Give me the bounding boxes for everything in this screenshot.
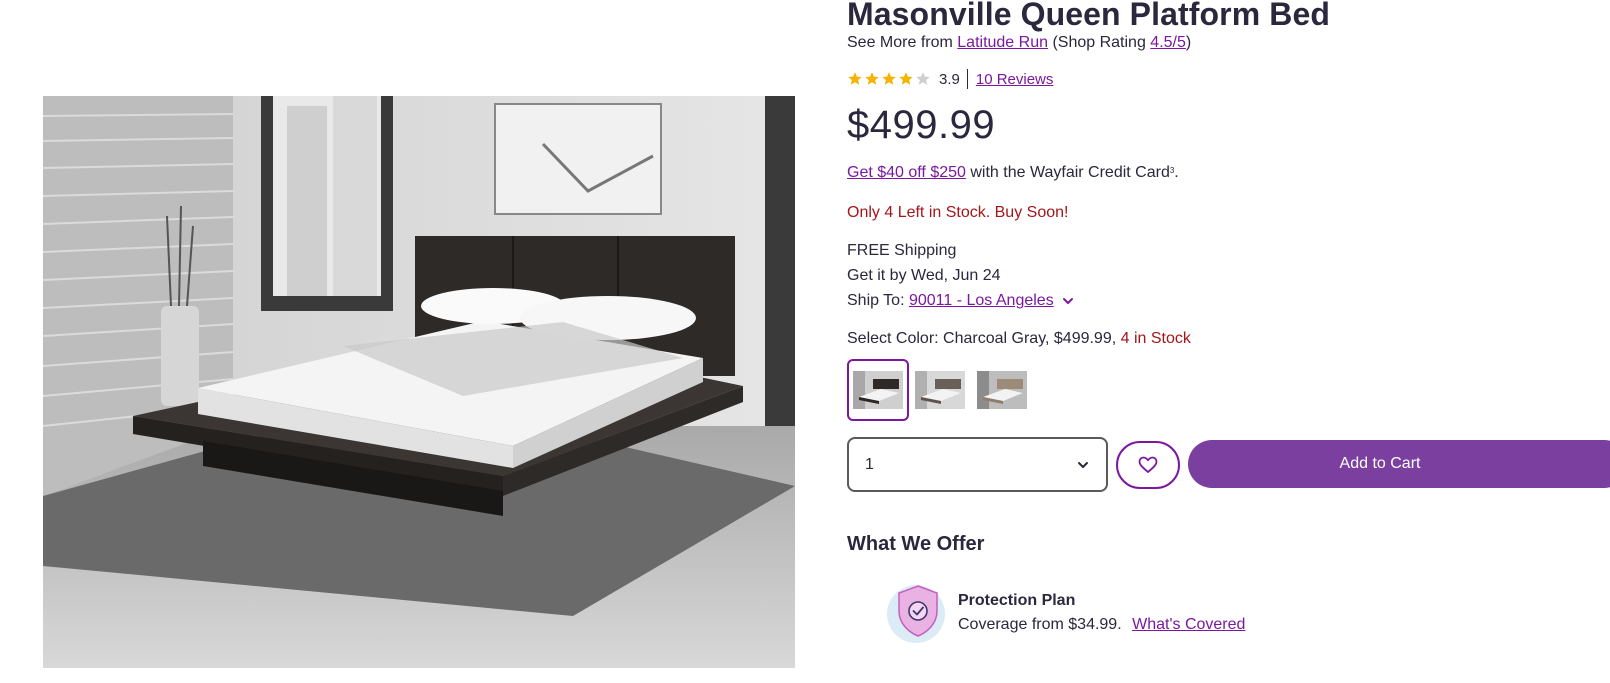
protection-plan-description: Coverage from $34.99. What's Covered — [958, 616, 1245, 634]
chevron-down-icon — [1078, 461, 1088, 468]
ship-to-row: Ship To: 90011 - Los Angeles — [847, 288, 1074, 313]
color-stock: 4 in Stock — [1120, 330, 1191, 347]
product-info: Masonville Queen Platform Bed See More f… — [847, 0, 1610, 683]
brand-link[interactable]: Latitude Run — [957, 34, 1048, 51]
color-selection: Select Color: Charcoal Gray, $499.99, — [847, 330, 1117, 347]
add-to-cart-label: Add to Cart — [1339, 455, 1421, 472]
shop-rating-link[interactable]: 4.5/5 — [1150, 34, 1186, 51]
chevron-down-icon[interactable] — [1062, 295, 1074, 307]
star-rating — [847, 71, 931, 87]
seller-line: See More from Latitude Run (Shop Rating … — [847, 34, 1191, 52]
protection-plan-title: Protection Plan — [958, 592, 1076, 609]
see-more-label: See More from — [847, 34, 953, 51]
quantity-select[interactable]: 1 — [847, 437, 1108, 492]
product-price: $499.99 — [847, 103, 996, 147]
whats-covered-link[interactable]: What's Covered — [1132, 616, 1245, 633]
credit-offer-text: with the Wayfair Credit Card — [970, 164, 1170, 181]
ship-to-location-link[interactable]: 90011 - Los Angeles — [909, 288, 1054, 313]
shipping-info: FREE Shipping Get it by Wed, Jun 24 Ship… — [847, 238, 1074, 313]
swatch-image — [977, 371, 1027, 409]
credit-suffix: . — [1174, 164, 1179, 181]
star-icon — [847, 71, 863, 87]
color-label: Select Color: Charcoal Gray, $499.99, 4 … — [847, 330, 1191, 348]
add-to-cart-button[interactable]: Add to Cart — [1188, 440, 1610, 488]
color-swatch-3[interactable] — [971, 359, 1033, 421]
protection-plan-price: Coverage from $34.99. — [958, 616, 1122, 633]
swatch-image — [915, 371, 965, 409]
credit-footnote: 3 — [1169, 166, 1175, 175]
product-image[interactable] — [43, 96, 795, 668]
reviews-link[interactable]: 10 Reviews — [976, 71, 1054, 88]
color-swatch-2[interactable] — [909, 359, 971, 421]
stock-warning: Only 4 Left in Stock. Buy Soon! — [847, 204, 1069, 221]
divider — [966, 69, 968, 89]
color-swatches — [847, 359, 1033, 421]
swatch-image — [853, 371, 903, 409]
bed-photo — [43, 96, 795, 668]
delivery-eta: Get it by Wed, Jun 24 — [847, 267, 1001, 284]
shop-rating-suffix: ) — [1185, 34, 1192, 51]
star-icon — [881, 71, 897, 87]
ship-to-label: Ship To: — [847, 292, 905, 309]
favorite-button[interactable] — [1116, 441, 1180, 489]
product-title: Masonville Queen Platform Bed — [847, 0, 1331, 32]
color-swatch-1[interactable] — [847, 359, 909, 421]
quantity-value: 1 — [865, 455, 874, 473]
star-icon — [864, 71, 880, 87]
free-shipping: FREE Shipping — [847, 242, 957, 259]
what-we-offer-heading: What We Offer — [847, 533, 985, 555]
heart-icon — [1138, 456, 1158, 473]
star-icon — [898, 71, 914, 87]
credit-offer-link[interactable]: Get $40 off $250 — [847, 164, 966, 181]
shield-check-icon — [887, 585, 945, 643]
rating-value: 3.9 — [939, 70, 960, 88]
credit-offer: Get $40 off $250 with the Wayfair Credit… — [847, 164, 1179, 182]
shop-rating-prefix: (Shop Rating — [1052, 34, 1146, 51]
rating-row: 3.9 10 Reviews — [847, 69, 1053, 89]
star-icon — [915, 71, 931, 87]
